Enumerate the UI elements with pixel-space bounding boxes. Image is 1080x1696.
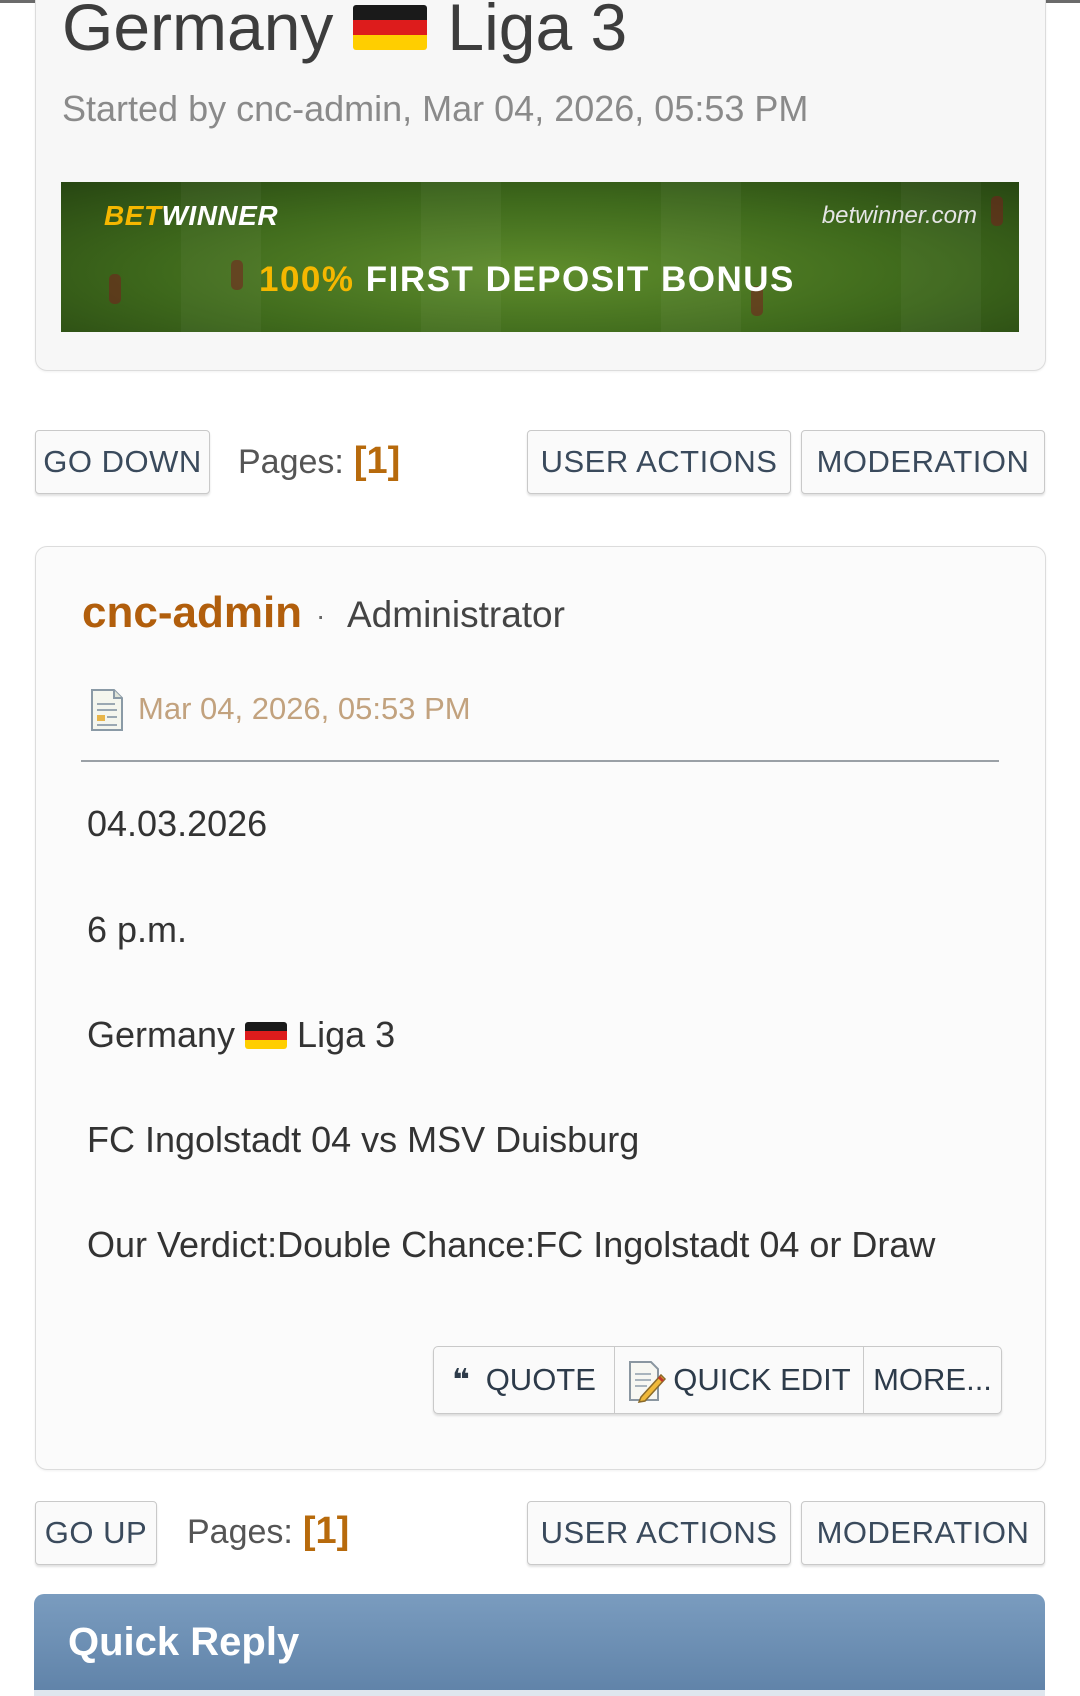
- pages-bottom: Pages: [1]: [187, 1510, 350, 1552]
- banner-brand: BETWINNER: [104, 200, 279, 231]
- banner-bonus: 100% FIRST DEPOSIT BONUS: [259, 260, 795, 299]
- moderation-button-bottom[interactable]: MODERATION: [801, 1501, 1045, 1565]
- post-line-league: Germany Liga 3: [87, 1014, 396, 1055]
- topic-title-text-1: Germany: [62, 0, 334, 64]
- user-actions-button-bottom[interactable]: USER ACTIONS: [527, 1501, 791, 1565]
- quick-reply-divider: [34, 1690, 1045, 1696]
- betwinner-ad-banner[interactable]: BETWINNER betwinner.com 100% FIRST DEPOS…: [61, 182, 1019, 332]
- more-button[interactable]: MORE...: [864, 1347, 1001, 1413]
- user-actions-button[interactable]: USER ACTIONS: [527, 430, 791, 494]
- moderation-button[interactable]: MODERATION: [801, 430, 1045, 494]
- post-date[interactable]: Mar 04, 2026, 05:53 PM: [138, 691, 471, 727]
- post-actions: ❝ QUOTE QUICK EDIT MORE...: [433, 1346, 1002, 1414]
- page-link-1-bottom[interactable]: [1]: [303, 1510, 349, 1552]
- author-separator: ·: [316, 600, 326, 631]
- pages-top: Pages: [1]: [238, 440, 401, 482]
- quick-edit-button[interactable]: QUICK EDIT: [615, 1347, 864, 1413]
- page-link-1[interactable]: [1]: [354, 440, 400, 482]
- post-card: [35, 546, 1046, 1470]
- banner-site: betwinner.com: [821, 202, 977, 229]
- topic-title-text-2: Liga 3: [447, 0, 628, 64]
- topic-title: Germany Liga 3: [62, 0, 627, 60]
- quote-icon: ❝: [452, 1363, 470, 1397]
- author-role: Administrator: [347, 594, 565, 635]
- go-up-button[interactable]: GO UP: [35, 1501, 157, 1565]
- quick-reply-title: Quick Reply: [68, 1620, 300, 1664]
- post-line-match: FC Ingolstadt 04 vs MSV Duisburg: [87, 1119, 640, 1160]
- germany-flag-icon: [353, 4, 428, 50]
- post-line-date: 04.03.2026: [87, 803, 268, 844]
- post-divider: [81, 760, 999, 762]
- quote-button[interactable]: ❝ QUOTE: [434, 1347, 615, 1413]
- edit-icon: [629, 1361, 667, 1403]
- topic-started-by: Started by cnc-admin, Mar 04, 2026, 05:5…: [62, 88, 809, 129]
- document-icon: [91, 689, 123, 731]
- quick-reply-header[interactable]: Quick Reply: [34, 1594, 1045, 1696]
- post-author[interactable]: cnc-admin: [82, 588, 302, 638]
- germany-flag-icon: [245, 1021, 288, 1049]
- post-line-time: 6 p.m.: [87, 909, 188, 950]
- post-line-verdict: Our Verdict:Double Chance:FC Ingolstadt …: [87, 1224, 936, 1265]
- go-down-button[interactable]: GO DOWN: [35, 430, 210, 494]
